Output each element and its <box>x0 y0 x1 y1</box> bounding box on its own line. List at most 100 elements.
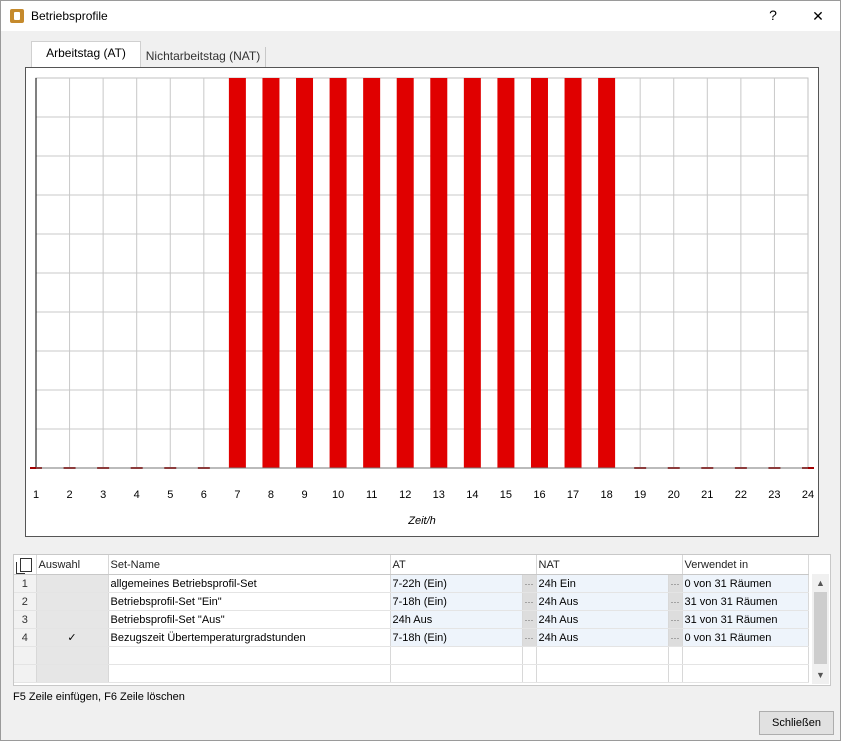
table-row[interactable]: 2 Betriebsprofil-Set "Ein" 7-18h (Ein) ··· 2… <box>14 592 809 611</box>
help-button[interactable]: ? <box>765 5 781 25</box>
vertical-scrollbar[interactable]: ▲ ▼ <box>812 574 829 684</box>
x-tick-label: 16 <box>533 489 545 501</box>
copy-icon[interactable] <box>16 558 32 574</box>
column-header-auswahl[interactable]: Auswahl <box>36 555 109 575</box>
table-header-row: Auswahl Set-Name AT NAT Verwendet in <box>14 555 809 575</box>
window-title: Betriebsprofile <box>31 9 108 23</box>
app-icon <box>10 9 24 23</box>
table-row[interactable]: 1 allgemeines Betriebsprofil-Set 7-22h (Ei… <box>14 574 809 593</box>
select-cell[interactable] <box>36 610 109 629</box>
bar-hour-17 <box>564 78 582 468</box>
select-cell[interactable] <box>36 592 109 611</box>
tab-nichtarbeitstag[interactable]: Nichtarbeitstag (NAT) <box>141 47 266 67</box>
at-cell[interactable]: 7-18h (Ein) <box>390 592 523 611</box>
x-tick-label: 4 <box>134 489 140 501</box>
set-name-cell[interactable]: Bezugszeit Übertemperaturgradstunden <box>108 628 391 647</box>
x-tick-label: 23 <box>768 489 780 501</box>
tab-arbeitstag[interactable]: Arbeitstag (AT) <box>31 41 141 68</box>
set-name-cell[interactable]: allgemeines Betriebsprofil-Set <box>108 574 391 593</box>
select-cell[interactable] <box>36 574 109 593</box>
empty-cell <box>14 664 37 683</box>
empty-row <box>14 646 809 665</box>
x-tick-label: 9 <box>301 489 307 501</box>
empty-cell <box>522 664 537 683</box>
empty-cell <box>668 664 683 683</box>
bar-hour-9 <box>296 78 314 468</box>
chart-panel: 1 2 3 4 5 6 7 8 9 10 11 12 13 14 15 16 17 18 19 20 21 22 23 24 Z… <box>25 67 819 537</box>
column-header-nat[interactable]: NAT <box>536 555 683 575</box>
bar-hour-18 <box>598 78 616 468</box>
x-tick-label: 20 <box>668 489 680 501</box>
x-tick-label: 24 <box>802 489 814 501</box>
row-number: 1 <box>14 574 37 593</box>
bar-hour-8 <box>262 78 280 468</box>
x-axis-label: Zeit/h <box>407 515 436 527</box>
nat-edit-button[interactable]: ··· <box>668 574 683 593</box>
empty-cell <box>390 646 523 665</box>
x-tick-label: 2 <box>67 489 73 501</box>
used-in-cell[interactable]: 31 von 31 Räumen <box>682 592 809 611</box>
at-edit-button[interactable]: ··· <box>522 574 537 593</box>
scroll-down-icon[interactable]: ▼ <box>812 667 829 683</box>
empty-cell <box>14 646 37 665</box>
empty-cell <box>536 646 669 665</box>
bar-hour-13 <box>430 78 448 468</box>
row-number: 3 <box>14 610 37 629</box>
bar-hour-14 <box>463 78 481 468</box>
copy-icon-cell[interactable] <box>14 555 37 575</box>
close-icon[interactable]: ✕ <box>807 5 829 27</box>
dialog-window: Betriebsprofile ? ✕ Arbeitstag (AT) Nich… <box>0 0 841 741</box>
x-tick-label: 21 <box>701 489 713 501</box>
bar-hour-12 <box>396 78 414 468</box>
x-tick-label: 18 <box>600 489 612 501</box>
x-tick-label: 11 <box>366 489 377 501</box>
nat-edit-button[interactable]: ··· <box>668 628 683 647</box>
x-tick-label: 10 <box>332 489 344 501</box>
at-edit-button[interactable]: ··· <box>522 610 537 629</box>
close-button[interactable]: Schließen <box>759 711 834 735</box>
used-in-cell[interactable]: 0 von 31 Räumen <box>682 628 809 647</box>
select-cell[interactable]: ✓ <box>36 628 109 647</box>
x-tick-label: 15 <box>500 489 512 501</box>
x-tick-label: 19 <box>634 489 646 501</box>
empty-cell <box>36 646 109 665</box>
at-cell[interactable]: 24h Aus <box>390 610 523 629</box>
column-header-verwendet-in[interactable]: Verwendet in <box>682 555 809 575</box>
x-tick-label: 6 <box>201 489 207 501</box>
empty-cell <box>668 646 683 665</box>
nat-cell[interactable]: 24h Ein <box>536 574 669 593</box>
bar-hour-10 <box>329 78 347 468</box>
at-cell[interactable]: 7-22h (Ein) <box>390 574 523 593</box>
set-name-cell[interactable]: Betriebsprofil-Set "Ein" <box>108 592 391 611</box>
empty-cell <box>522 646 537 665</box>
at-edit-button[interactable]: ··· <box>522 592 537 611</box>
scroll-up-icon[interactable]: ▲ <box>812 575 829 591</box>
at-edit-button[interactable]: ··· <box>522 628 537 647</box>
scroll-thumb[interactable] <box>814 592 827 664</box>
nat-cell[interactable]: 24h Aus <box>536 628 669 647</box>
table-row[interactable]: 4 ✓ Bezugszeit Übertemperaturgradstunden 7-… <box>14 628 809 647</box>
used-in-cell[interactable]: 31 von 31 Räumen <box>682 610 809 629</box>
nat-edit-button[interactable]: ··· <box>668 592 683 611</box>
set-name-cell[interactable]: Betriebsprofil-Set "Aus" <box>108 610 391 629</box>
at-cell[interactable]: 7-18h (Ein) <box>390 628 523 647</box>
empty-cell <box>536 664 669 683</box>
nat-cell[interactable]: 24h Aus <box>536 592 669 611</box>
table-row[interactable]: 3 Betriebsprofil-Set "Aus" 24h Aus ··· 24h A… <box>14 610 809 629</box>
bar-hour-7 <box>228 78 246 468</box>
empty-cell <box>682 664 809 683</box>
column-header-at[interactable]: AT <box>390 555 537 575</box>
x-tick-label: 7 <box>234 489 240 501</box>
row-number: 2 <box>14 592 37 611</box>
x-tick-label: 8 <box>268 489 274 501</box>
title-bar: Betriebsprofile ? ✕ <box>1 1 840 31</box>
nat-edit-button[interactable]: ··· <box>668 610 683 629</box>
column-header-set-name[interactable]: Set-Name <box>108 555 391 575</box>
used-in-cell[interactable]: 0 von 31 Räumen <box>682 574 809 593</box>
x-tick-label: 12 <box>399 489 411 501</box>
row-number: 4 <box>14 628 37 647</box>
nat-cell[interactable]: 24h Aus <box>536 610 669 629</box>
empty-cell <box>390 664 523 683</box>
profile-chart: 1 2 3 4 5 6 7 8 9 10 11 12 13 14 15 16 17 18 19 20 21 22 23 24Z… <box>30 77 814 527</box>
bar-hour-16 <box>530 78 548 468</box>
